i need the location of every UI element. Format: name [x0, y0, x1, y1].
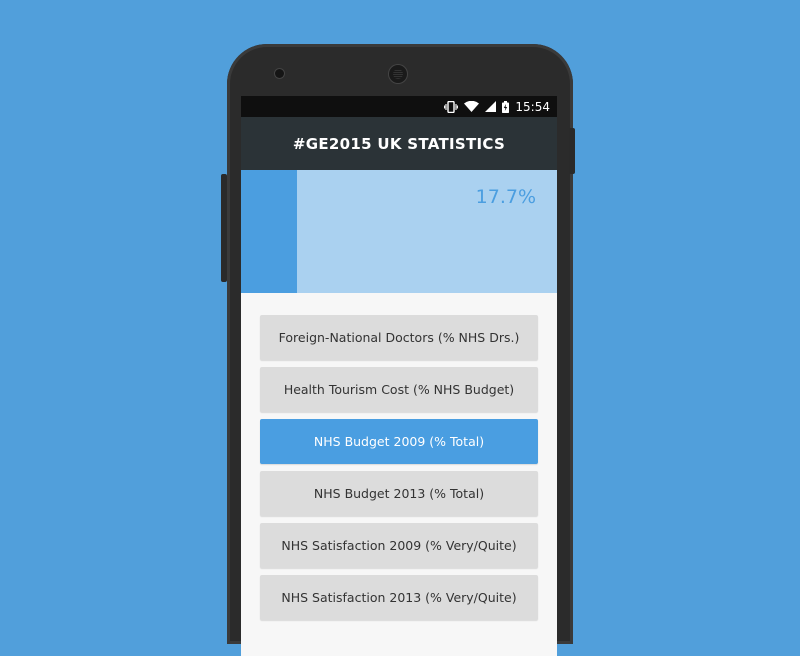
- statistic-option-button[interactable]: Foreign-National Doctors (% NHS Drs.): [260, 315, 538, 360]
- statistic-option-button[interactable]: NHS Budget 2013 (% Total): [260, 471, 538, 516]
- statistic-option-label: NHS Budget 2013 (% Total): [313, 486, 485, 501]
- statistic-option-label: Foreign-National Doctors (% NHS Drs.): [278, 330, 520, 345]
- status-bar: 15:54: [241, 96, 557, 117]
- status-time: 15:54: [515, 99, 550, 114]
- phone-screen: 15:54 #GE2015 UK STATISTICS 17.7% Foreig…: [241, 96, 557, 656]
- app-title: #GE2015 UK STATISTICS: [292, 134, 506, 153]
- vibrate-icon: [444, 100, 459, 113]
- statistic-option-button[interactable]: NHS Satisfaction 2013 (% Very/Quite): [260, 575, 538, 620]
- stat-value: 17.7%: [475, 186, 536, 208]
- statistic-option-button[interactable]: Health Tourism Cost (% NHS Budget): [260, 367, 538, 412]
- statistic-option-button[interactable]: NHS Satisfaction 2009 (% Very/Quite): [260, 523, 538, 568]
- statistic-option-button[interactable]: NHS Budget 2009 (% Total): [260, 419, 538, 464]
- statistics-list: Foreign-National Doctors (% NHS Drs.) Hea…: [241, 293, 557, 620]
- wifi-icon: [464, 101, 480, 112]
- battery-charging-icon: [502, 100, 510, 113]
- signal-icon: [485, 101, 497, 112]
- power-button[interactable]: [569, 128, 575, 174]
- stat-bar-fill: [241, 170, 297, 293]
- statistic-option-label: Health Tourism Cost (% NHS Budget): [283, 382, 515, 397]
- stat-bar-panel: 17.7%: [241, 170, 557, 293]
- statistic-option-label: NHS Satisfaction 2009 (% Very/Quite): [281, 538, 517, 553]
- app-bar: #GE2015 UK STATISTICS: [241, 117, 557, 170]
- earpiece-speaker: [389, 65, 407, 83]
- volume-rocker[interactable]: [221, 174, 227, 282]
- front-camera: [275, 69, 284, 78]
- phone-frame: 15:54 #GE2015 UK STATISTICS 17.7% Foreig…: [221, 44, 575, 656]
- statistic-option-label: NHS Budget 2009 (% Total): [313, 434, 485, 449]
- statistic-option-label: NHS Satisfaction 2013 (% Very/Quite): [281, 590, 517, 605]
